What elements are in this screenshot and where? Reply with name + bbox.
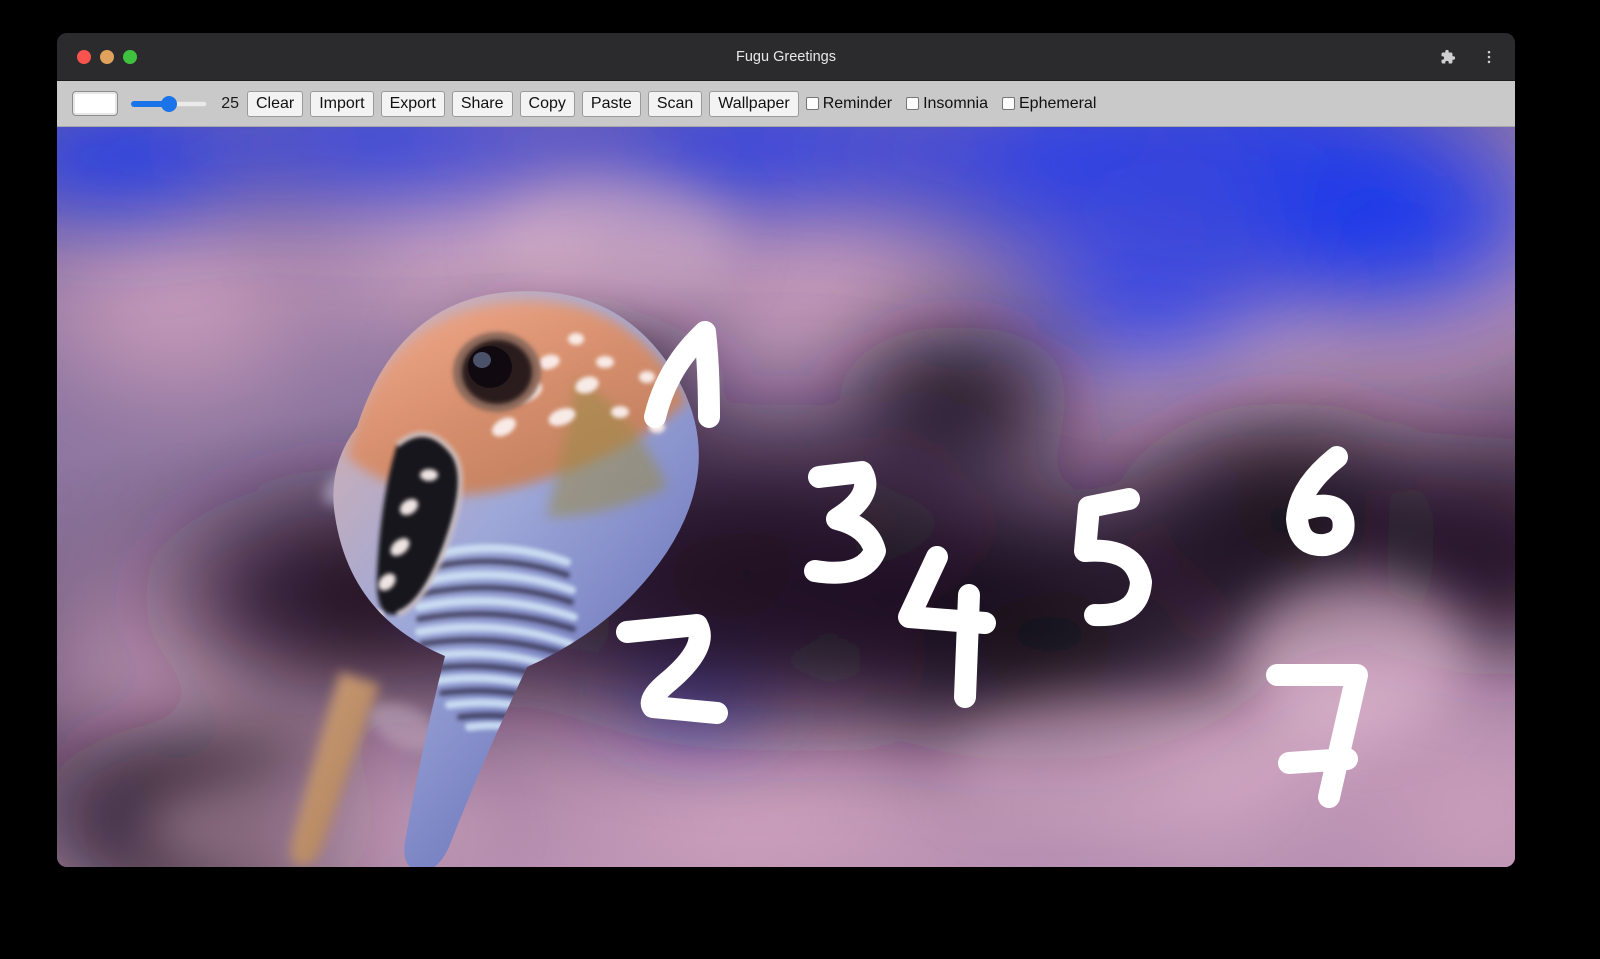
stroke-digit-2 <box>616 614 728 724</box>
import-button[interactable]: Import <box>310 90 374 117</box>
title-bar: Fugu Greetings <box>57 33 1515 81</box>
line-width-value: 25 <box>221 94 239 112</box>
stroke-digit-6 <box>1286 446 1355 557</box>
export-button[interactable]: Export <box>380 90 445 117</box>
more-menu-icon[interactable] <box>1477 45 1501 69</box>
ephemeral-label: Ephemeral <box>1019 94 1097 112</box>
scan-button[interactable]: Scan <box>647 90 703 117</box>
insomnia-label: Insomnia <box>923 94 988 112</box>
share-button[interactable]: Share <box>451 90 513 117</box>
slider-thumb[interactable] <box>161 95 178 112</box>
maximize-window-button[interactable] <box>123 49 137 64</box>
ephemeral-checkbox[interactable] <box>1002 97 1015 110</box>
screen: Fugu Greetings 25 Clear Import Export Sh… <box>0 0 1600 959</box>
browser-window: Fugu Greetings 25 Clear Import Export Sh… <box>57 33 1515 867</box>
drawing-canvas[interactable] <box>57 127 1515 867</box>
wallpaper-button[interactable]: Wallpaper <box>709 90 799 117</box>
app-toolbar: 25 Clear Import Export Share Copy Paste … <box>57 81 1515 127</box>
extensions-icon[interactable] <box>1435 45 1459 69</box>
stroke-digit-5 <box>1074 488 1152 627</box>
reminder-checkbox[interactable] <box>805 97 819 110</box>
insomnia-checkbox[interactable] <box>906 97 920 110</box>
color-picker-input[interactable] <box>72 91 118 116</box>
reminder-checkbox-group[interactable]: Reminder <box>805 94 902 113</box>
clear-button[interactable]: Clear <box>247 90 304 117</box>
reminder-label: Reminder <box>822 94 893 112</box>
minimize-window-button[interactable] <box>100 49 114 64</box>
traffic-light-group <box>77 49 137 64</box>
stroke-digit-1 <box>644 321 720 428</box>
copy-button[interactable]: Copy <box>519 90 575 117</box>
ink-strokes <box>616 321 1368 808</box>
title-bar-actions <box>1435 33 1501 80</box>
stroke-digit-4 <box>898 546 996 708</box>
window-title: Fugu Greetings <box>736 48 836 65</box>
line-width-slider[interactable] <box>131 95 207 112</box>
insomnia-checkbox-group[interactable]: Insomnia <box>906 95 998 113</box>
stroke-digit-7 <box>1266 664 1368 808</box>
close-window-button[interactable] <box>77 49 91 64</box>
ephemeral-checkbox-group[interactable]: Ephemeral <box>1002 95 1106 113</box>
stroke-digit-3 <box>804 461 886 584</box>
paste-button[interactable]: Paste <box>581 90 641 117</box>
